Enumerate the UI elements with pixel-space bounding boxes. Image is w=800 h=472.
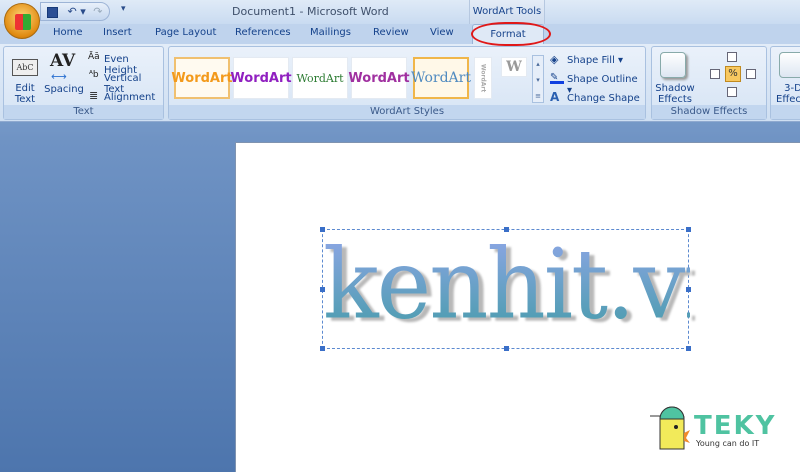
ribbon: AbC Edit Text AV ⟷ Spacing Āā Even Heigh… <box>0 44 800 122</box>
change-shape-label: Change Shape <box>567 93 640 104</box>
tab-view[interactable]: View <box>430 27 454 38</box>
3d-effects-group: 3-D Effects <box>770 46 800 120</box>
resize-handle[interactable] <box>320 227 325 232</box>
resize-handle[interactable] <box>686 287 691 292</box>
teky-brand: TEKY <box>694 411 777 441</box>
shadow-effects-group: Shadow Effects ▾ % Shadow Effects <box>651 46 767 120</box>
spacing-label: Spacing <box>44 84 84 95</box>
customize-qat-button[interactable]: ▾ <box>121 4 126 14</box>
change-shape-icon: A <box>550 90 560 104</box>
quick-access-toolbar: ↶ ▾ ↷ <box>40 2 110 21</box>
resize-handle[interactable] <box>320 287 325 292</box>
tab-insert[interactable]: Insert <box>103 27 132 38</box>
ribbon-tabs: Home Insert Page Layout References Maili… <box>0 24 800 44</box>
edit-text-label: Edit Text <box>14 83 36 105</box>
even-height-icon: Āā <box>88 52 100 62</box>
alignment-label: Alignment <box>104 92 156 103</box>
shape-fill-label: Shape Fill <box>567 55 615 66</box>
tab-home[interactable]: Home <box>53 27 83 38</box>
wordart-tools-label: WordArt Tools <box>469 0 545 24</box>
shadow-on-off-icon[interactable]: % <box>725 66 741 82</box>
tab-page-layout[interactable]: Page Layout <box>155 27 216 38</box>
wordart-styles-label: WordArt Styles <box>169 105 645 119</box>
redo-button[interactable]: ↷ <box>93 5 102 18</box>
office-logo-icon <box>15 14 31 30</box>
undo-button[interactable]: ↶ ▾ <box>68 5 86 18</box>
resize-handle[interactable] <box>686 227 691 232</box>
teky-tagline: Young can do IT <box>696 439 760 448</box>
text-group-label: Text <box>4 105 163 119</box>
resize-handle[interactable] <box>504 346 509 351</box>
wordart-style-5[interactable]: WordArt <box>411 57 471 99</box>
shadow-nudge-controls[interactable]: % <box>708 51 760 103</box>
shape-fill-icon: ◈ <box>550 53 559 66</box>
tab-mailings[interactable]: Mailings <box>310 27 351 38</box>
styles-scrollbar[interactable]: ▴ ▾ ≡ <box>532 55 544 103</box>
wordart-style-6[interactable]: WordArt <box>474 57 492 99</box>
wordart-style-3[interactable]: WordArt <box>292 57 348 99</box>
title-bar: ↶ ▾ ↷ ▾ Document1 - Microsoft Word WordA… <box>0 0 800 24</box>
red-highlight-circle <box>471 22 551 46</box>
shadow-effects-icon <box>660 52 686 78</box>
save-icon[interactable] <box>47 6 58 18</box>
spacing-icon: AV <box>50 51 76 71</box>
teky-watermark: TEKY Young can do IT <box>650 405 774 454</box>
resize-handle[interactable] <box>320 346 325 351</box>
window-title: Document1 - Microsoft Word <box>232 5 389 18</box>
text-group: AbC Edit Text AV ⟷ Spacing Āā Even Heigh… <box>3 46 164 120</box>
resize-handle[interactable] <box>686 346 691 351</box>
3d-effects-icon <box>779 52 800 78</box>
nudge-shadow-down-icon[interactable] <box>727 87 737 97</box>
teky-mascot-icon <box>650 406 690 450</box>
spacing-arrows-icon: ⟷ <box>51 70 67 83</box>
nudge-shadow-up-icon[interactable] <box>727 52 737 62</box>
wordart-style-2[interactable]: WordArt <box>230 57 292 99</box>
wordart-styles-group: WordArt WordArt WordArt WordArt WordArt … <box>168 46 646 120</box>
alignment-icon: ≣ <box>89 89 99 102</box>
3d-effects-button[interactable]: 3-D Effects <box>773 83 800 105</box>
tab-references[interactable]: References <box>235 27 291 38</box>
nudge-shadow-left-icon[interactable] <box>710 69 720 79</box>
edit-text-icon: AbC <box>12 59 38 76</box>
shape-fill-button[interactable]: Shape Fill ▾ <box>567 55 623 66</box>
office-button[interactable] <box>4 3 40 39</box>
vertical-text-icon: ᴬb <box>89 70 99 80</box>
shape-outline-label: Shape Outline <box>567 74 638 85</box>
resize-handle[interactable] <box>504 227 509 232</box>
shadow-effects-group-label: Shadow Effects <box>652 105 766 119</box>
shape-outline-icon: ✎ <box>550 72 564 84</box>
wordart-style-7[interactable]: W <box>501 57 527 77</box>
wordart-style-1[interactable]: WordArt <box>171 57 233 99</box>
wordart-object[interactable]: kenhit.vn <box>320 227 743 351</box>
wordart-text[interactable]: kenhit.vn <box>323 217 743 354</box>
tab-review[interactable]: Review <box>373 27 409 38</box>
nudge-shadow-right-icon[interactable] <box>746 69 756 79</box>
3d-effects-group-label <box>771 105 800 119</box>
wordart-style-4[interactable]: WordArt <box>348 57 410 99</box>
